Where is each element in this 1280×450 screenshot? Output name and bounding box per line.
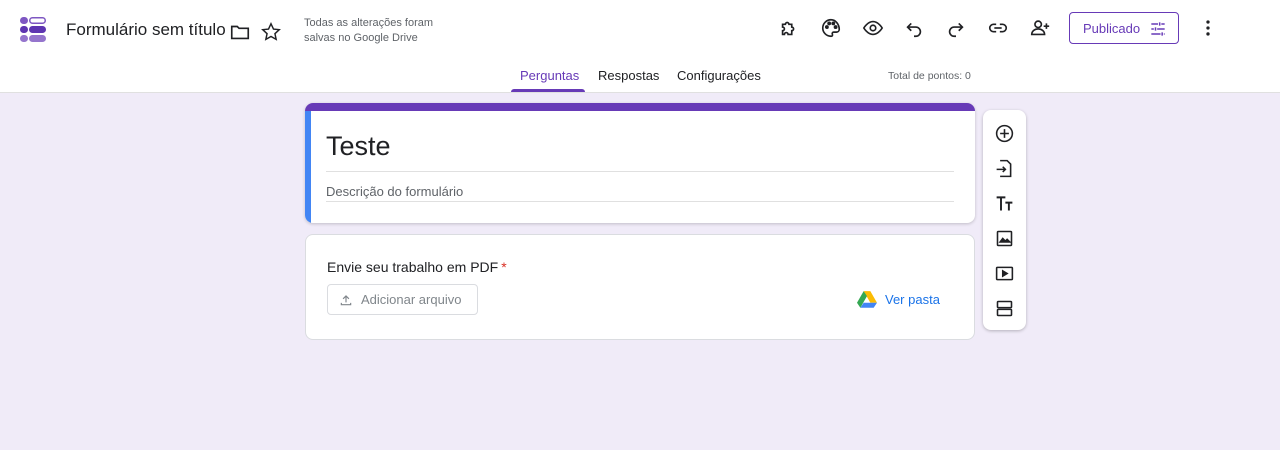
import-questions-icon[interactable] <box>993 157 1016 180</box>
form-header-card[interactable]: Teste Descrição do formulário <box>305 103 975 223</box>
undo-icon[interactable] <box>900 14 928 42</box>
link-icon[interactable] <box>984 14 1012 42</box>
add-file-button[interactable]: Adicionar arquivo <box>327 284 478 315</box>
publish-settings-icon <box>1151 22 1165 36</box>
description-underline <box>326 201 954 202</box>
redo-icon[interactable] <box>942 14 970 42</box>
add-question-icon[interactable] <box>993 122 1016 145</box>
upload-icon <box>340 294 352 305</box>
question-card[interactable]: Envie seu trabalho em PDF * Adicionar arq… <box>305 234 975 340</box>
add-title-icon[interactable] <box>993 192 1016 215</box>
view-folder-link[interactable]: Ver pasta <box>857 290 940 308</box>
addons-icon[interactable] <box>775 14 803 42</box>
form-description-field[interactable]: Descrição do formulário <box>326 184 463 199</box>
document-title[interactable]: Formulário sem título <box>66 20 226 40</box>
question-label: Envie seu trabalho em PDF <box>327 259 499 275</box>
top-header: Formulário sem título Todas as alteraçõe… <box>0 0 1280 93</box>
required-asterisk: * <box>501 259 507 275</box>
star-icon[interactable] <box>257 18 285 46</box>
add-file-label: Adicionar arquivo <box>361 292 462 307</box>
publish-button[interactable]: Publicado <box>1069 12 1179 44</box>
publish-label: Publicado <box>1083 20 1141 36</box>
forms-logo-icon[interactable] <box>18 15 48 45</box>
tab-perguntas[interactable]: Perguntas <box>520 68 579 83</box>
palette-icon[interactable] <box>817 14 845 42</box>
add-video-icon[interactable] <box>993 262 1016 285</box>
focus-side-bar <box>305 111 311 223</box>
add-image-icon[interactable] <box>993 227 1016 250</box>
form-title[interactable]: Teste <box>326 131 391 162</box>
title-underline <box>326 171 954 172</box>
total-points: Total de pontos: 0 <box>888 70 971 82</box>
add-collaborator-icon[interactable] <box>1026 14 1054 42</box>
preview-icon[interactable] <box>859 14 887 42</box>
view-folder-label: Ver pasta <box>885 291 940 307</box>
tab-configuracoes[interactable]: Configurações <box>677 68 761 83</box>
add-section-icon[interactable] <box>993 297 1016 320</box>
more-options-icon[interactable] <box>1194 14 1222 42</box>
tab-respostas[interactable]: Respostas <box>598 68 659 83</box>
question-title: Envie seu trabalho em PDF * <box>327 259 507 275</box>
save-status: Todas as alterações foram salvas no Goog… <box>304 17 434 44</box>
side-toolbar <box>983 110 1026 330</box>
google-drive-icon <box>857 291 877 308</box>
accent-top-bar <box>305 103 975 111</box>
active-tab-indicator <box>511 89 585 92</box>
folder-icon[interactable] <box>226 18 254 46</box>
